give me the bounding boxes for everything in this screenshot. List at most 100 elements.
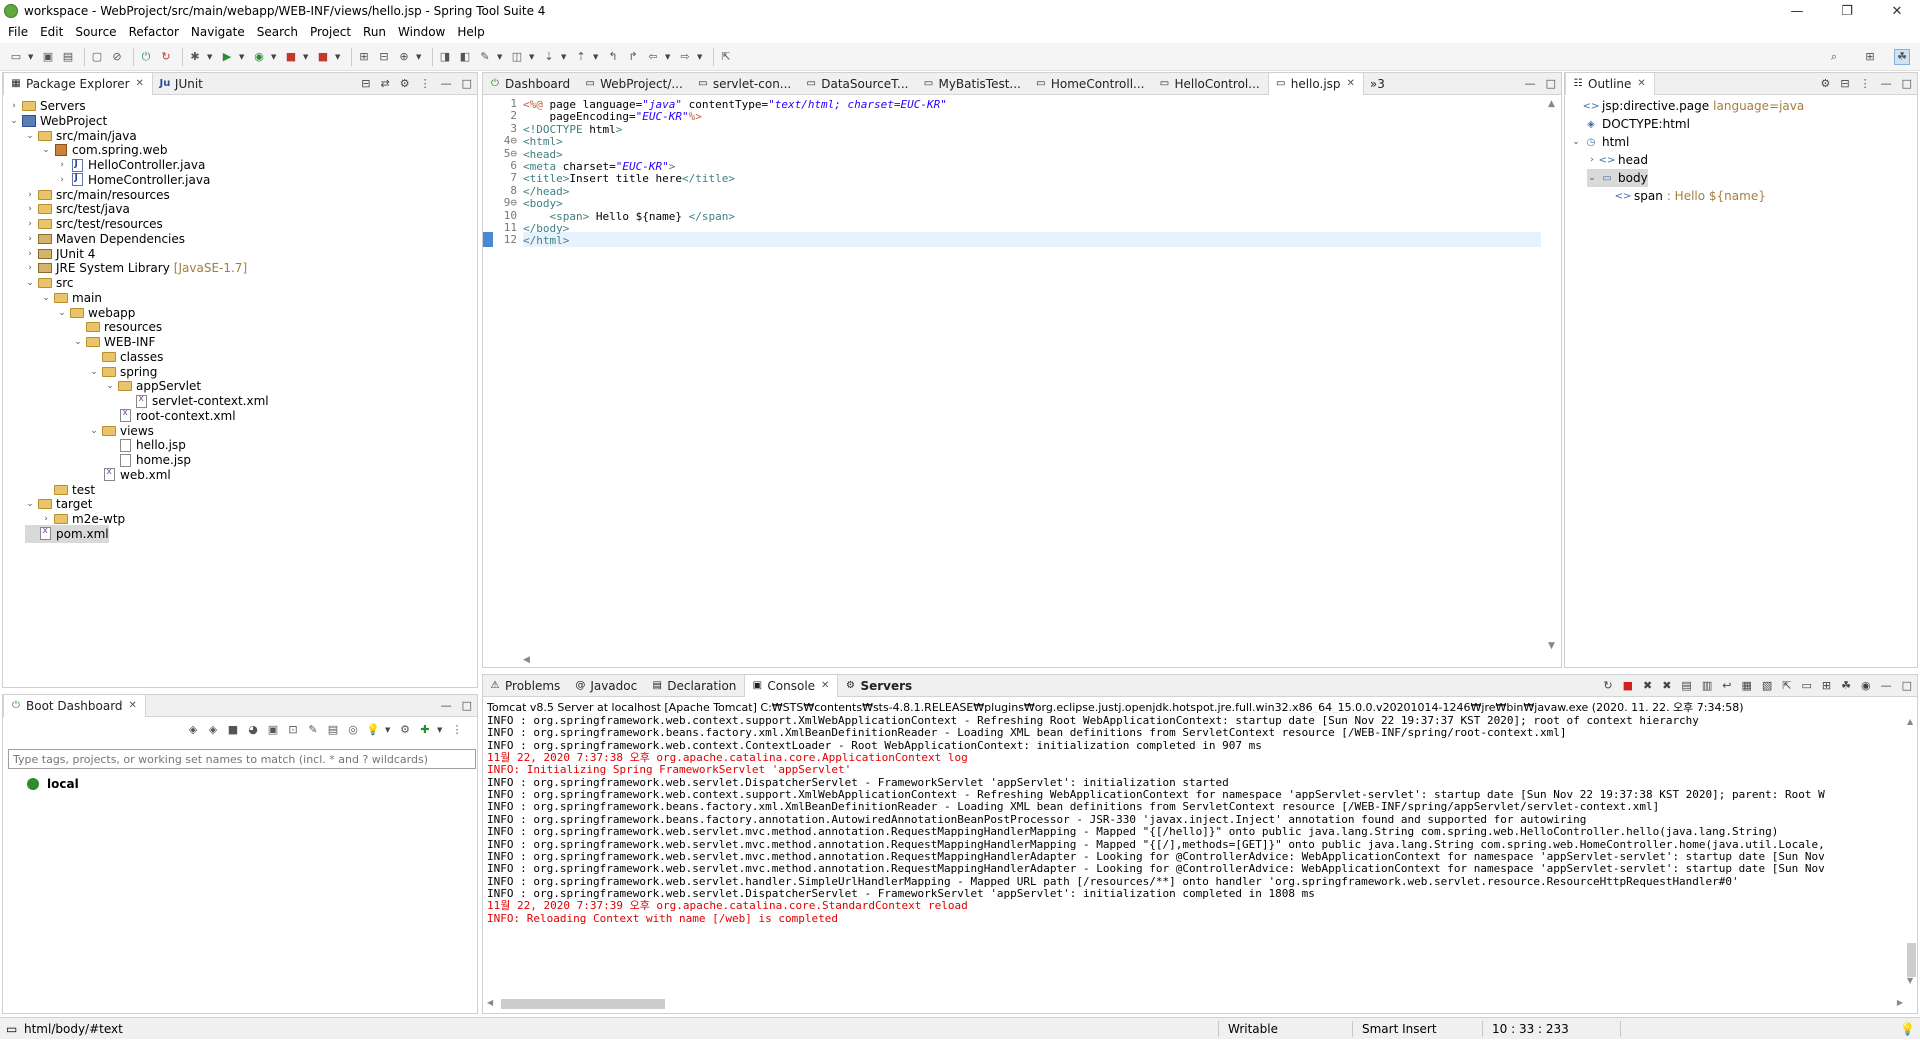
- maximize-icon[interactable]: □: [1902, 77, 1912, 90]
- editor-tab[interactable]: ▭ MyBatisTest...: [916, 73, 1028, 95]
- chevron-down-icon[interactable]: ▼: [697, 53, 705, 61]
- menu-project[interactable]: Project: [306, 25, 359, 39]
- stop-icon[interactable]: ■: [225, 722, 241, 738]
- menu-help[interactable]: Help: [453, 25, 492, 39]
- open-perspective-icon[interactable]: ⊞: [1862, 49, 1878, 65]
- new-package-icon[interactable]: ⊟: [376, 49, 392, 65]
- back-icon[interactable]: ⇦: [645, 49, 661, 65]
- debug-icon[interactable]: ✱: [187, 49, 203, 65]
- outline-item[interactable]: › <> head: [1587, 151, 1648, 169]
- scroll-left-icon[interactable]: ◀: [487, 998, 493, 1007]
- expander-icon[interactable]: ⌄: [89, 367, 99, 377]
- tab-package-explorer[interactable]: ▦ Package Explorer ✕: [3, 72, 153, 95]
- more-tabs-button[interactable]: »3: [1364, 73, 1393, 95]
- maximize-icon[interactable]: □: [462, 77, 472, 90]
- menu-window[interactable]: Window: [394, 25, 453, 39]
- word-wrap-icon[interactable]: ↩: [1722, 679, 1731, 692]
- display-console-icon[interactable]: ▭: [1801, 679, 1811, 692]
- expander-icon[interactable]: ⌄: [41, 145, 51, 155]
- tab-console[interactable]: ▣ Console ✕: [744, 674, 839, 697]
- minimize-icon[interactable]: —: [441, 699, 452, 712]
- close-icon[interactable]: ✕: [1347, 78, 1355, 89]
- search-task-icon[interactable]: ✎: [477, 49, 493, 65]
- pin-console-icon[interactable]: ⇱: [1782, 679, 1791, 692]
- clear-console-icon[interactable]: ▤: [1681, 679, 1691, 692]
- chevron-down-icon[interactable]: ▼: [593, 53, 601, 61]
- outline-item[interactable]: ◈ DOCTYPE:html: [1571, 115, 1690, 133]
- view-menu-icon[interactable]: ⋮: [1860, 77, 1871, 90]
- run-external-icon[interactable]: ◉: [251, 49, 267, 65]
- next-annotation-icon[interactable]: ⇣: [541, 49, 557, 65]
- start-icon[interactable]: ◈: [185, 722, 201, 738]
- expander-icon[interactable]: ⌄: [9, 116, 19, 126]
- forward-icon[interactable]: ⇨: [677, 49, 693, 65]
- prev-annotation-icon[interactable]: ⇡: [573, 49, 589, 65]
- restart-icon[interactable]: ↻: [1603, 679, 1612, 692]
- expander-icon[interactable]: ⌄: [25, 131, 35, 141]
- expander-icon[interactable]: ⌄: [25, 499, 35, 509]
- spring-icon[interactable]: ☘: [1841, 679, 1851, 692]
- minimize-icon[interactable]: —: [1525, 77, 1536, 90]
- minimize-icon[interactable]: —: [1881, 77, 1892, 90]
- chevron-down-icon[interactable]: ▼: [561, 53, 569, 61]
- show-on-stdout-icon[interactable]: ▦: [1741, 679, 1751, 692]
- expander-icon[interactable]: ›: [25, 263, 35, 273]
- chevron-down-icon[interactable]: ▼: [303, 53, 311, 61]
- remove-all-icon[interactable]: ✖: [1662, 679, 1671, 692]
- menu-search[interactable]: Search: [253, 25, 306, 39]
- open-console-icon[interactable]: ⊞: [1822, 679, 1831, 692]
- close-icon[interactable]: ✕: [1637, 78, 1645, 89]
- last-edit-icon[interactable]: ↰: [605, 49, 621, 65]
- edit-icon[interactable]: ◫: [509, 49, 525, 65]
- editor-tab[interactable]: ▭ servlet-con...: [691, 73, 799, 95]
- scroll-down-icon[interactable]: ▼: [1548, 641, 1555, 651]
- chevron-down-icon[interactable]: ▼: [529, 53, 537, 61]
- chevron-down-icon[interactable]: ▼: [271, 53, 279, 61]
- open-config-icon[interactable]: ⊡: [285, 722, 301, 738]
- minimize-icon[interactable]: —: [441, 77, 452, 90]
- expander-icon[interactable]: ›: [25, 249, 35, 259]
- tree-item[interactable]: pom.xml: [25, 524, 109, 543]
- pin-editor-icon[interactable]: ⇱: [718, 49, 734, 65]
- tab-declaration[interactable]: ▤ Declaration: [645, 675, 744, 697]
- filter-icon[interactable]: ⚙: [400, 77, 410, 90]
- menu-file[interactable]: File: [4, 25, 36, 39]
- expander-icon[interactable]: ⌄: [25, 278, 35, 288]
- expander-icon[interactable]: ›: [25, 219, 35, 229]
- scroll-left-icon[interactable]: ◀: [523, 655, 530, 665]
- outline-item[interactable]: ⌄ ◷ html: [1571, 133, 1629, 151]
- maximize-icon[interactable]: □: [1546, 77, 1556, 90]
- sort-icon[interactable]: ⚙: [1821, 77, 1831, 90]
- expander-icon[interactable]: ›: [57, 175, 67, 185]
- expose-icon[interactable]: ◎: [345, 722, 361, 738]
- outline-item[interactable]: <> jsp:directive.page language=java: [1571, 97, 1805, 115]
- outline-item[interactable]: ⌄ ▭ body: [1587, 169, 1648, 187]
- editor-tab[interactable]: ▭ HelloControl...: [1152, 73, 1267, 95]
- editor-tab[interactable]: ▭ DataSourceT...: [799, 73, 916, 95]
- remove-launch-icon[interactable]: ✖: [1643, 679, 1652, 692]
- expander-icon[interactable]: ›: [9, 101, 19, 111]
- tab-javadoc[interactable]: @ Javadoc: [568, 675, 645, 697]
- expander-icon[interactable]: ›: [41, 514, 51, 524]
- menu-edit[interactable]: Edit: [36, 25, 71, 39]
- save-all-icon[interactable]: ▤: [60, 49, 76, 65]
- maximize-button[interactable]: ❐: [1824, 0, 1870, 22]
- chevron-down-icon[interactable]: ▼: [207, 53, 215, 61]
- search-icon[interactable]: ⌕: [1826, 49, 1842, 65]
- chevron-down-icon[interactable]: ▼: [497, 53, 505, 61]
- save-icon[interactable]: ▣: [40, 49, 56, 65]
- editor-tab[interactable]: ▭ WebProject/...: [578, 73, 691, 95]
- close-button[interactable]: ✕: [1874, 0, 1920, 22]
- console-vertical-scrollbar[interactable]: ▲ ▼: [1905, 715, 1917, 985]
- outline-item[interactable]: <> span: Hello ${name}: [1603, 187, 1766, 205]
- expander-icon[interactable]: ⌄: [1587, 173, 1597, 183]
- expander-icon[interactable]: ›: [25, 190, 35, 200]
- tab-outline[interactable]: ☷ Outline ✕: [1565, 72, 1655, 95]
- expander-icon[interactable]: ⌄: [89, 426, 99, 436]
- tab-junit[interactable]: Ju JUnit: [153, 73, 211, 95]
- editor-tab[interactable]: ▭ HomeControll...: [1029, 73, 1153, 95]
- maximize-icon[interactable]: □: [1902, 679, 1912, 692]
- menu-run[interactable]: Run: [359, 25, 394, 39]
- scrollbar-thumb[interactable]: [1907, 943, 1916, 977]
- debug-icon[interactable]: ◈: [205, 722, 221, 738]
